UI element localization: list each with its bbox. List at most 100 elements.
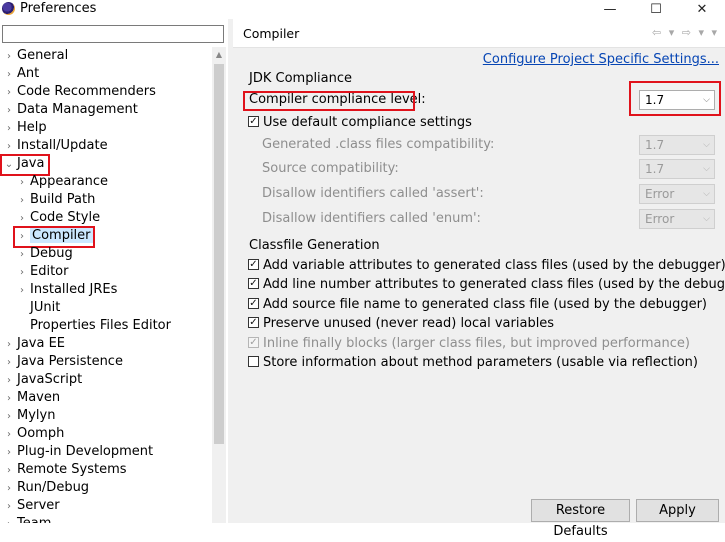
preferences-tree-panel: › General › Ant › Code Recommenders › Data Mana… xyxy=(0,19,228,523)
tree-item[interactable]: › Remote Systems xyxy=(4,461,127,479)
expand-right-icon[interactable]: › xyxy=(4,390,14,408)
expand-right-icon[interactable]: › xyxy=(4,102,14,120)
minimize-button[interactable]: — xyxy=(587,0,633,19)
history-nav-icon[interactable]: ⇦ ▾ ⇨ ▾ ▾ xyxy=(652,26,719,39)
tree-item[interactable]: › Install/Update xyxy=(4,137,108,155)
tree-item[interactable]: › JavaScript xyxy=(4,371,82,389)
tree-item-label: Code Recommenders xyxy=(17,84,156,99)
expand-right-icon[interactable]: › xyxy=(4,354,14,372)
expand-right-icon[interactable]: › xyxy=(17,192,27,210)
jdk-compliance-title: JDK Compliance xyxy=(249,71,353,86)
classfile-option[interactable]: Add line number attributes to generated … xyxy=(248,276,725,294)
classfile-option[interactable]: Preserve unused (never read) local varia… xyxy=(248,315,554,333)
tree-item-label: Install/Update xyxy=(17,138,108,153)
expand-right-icon[interactable]: › xyxy=(4,408,14,426)
preferences-tree: › General › Ant › Code Recommenders › Data Mana… xyxy=(0,47,212,523)
tree-item[interactable]: › Ant xyxy=(4,65,39,83)
tree-item[interactable]: › Code Recommenders xyxy=(4,83,156,101)
configure-project-settings-link[interactable]: Configure Project Specific Settings... xyxy=(483,52,719,67)
expand-right-icon[interactable]: › xyxy=(17,264,27,282)
classfile-option-checkbox[interactable] xyxy=(248,317,259,328)
classfile-option-checkbox[interactable] xyxy=(248,278,259,289)
classfile-option-checkbox[interactable] xyxy=(248,298,259,309)
tree-item[interactable]: › Java Persistence xyxy=(4,353,123,371)
compliance-detail-select: Error ⌵ xyxy=(639,209,715,229)
scroll-up-icon[interactable]: ▲ xyxy=(212,47,226,63)
tree-item[interactable]: › Data Management xyxy=(4,101,138,119)
tree-item-label: Ant xyxy=(17,66,40,81)
window-controls: — ☐ ✕ xyxy=(587,0,725,19)
tree-item[interactable]: › Appearance xyxy=(17,173,108,191)
compliance-detail-label: Disallow identifiers called 'assert': xyxy=(262,186,484,201)
classfile-option[interactable]: Store information about method parameter… xyxy=(248,354,698,372)
tree-item[interactable]: › Mylyn xyxy=(4,407,55,425)
compliance-detail-select: 1.7 ⌵ xyxy=(639,159,715,179)
classfile-option-label: Inline finally blocks (larger class file… xyxy=(263,336,690,351)
tree-item-label: Plug-in Development xyxy=(17,444,154,459)
expand-right-icon[interactable]: › xyxy=(4,48,14,66)
expand-right-icon[interactable]: › xyxy=(17,246,27,264)
tree-item[interactable]: JUnit xyxy=(17,299,60,317)
tree-item[interactable]: › Installed JREs xyxy=(17,281,117,299)
apply-button[interactable]: Apply xyxy=(636,499,719,522)
tree-item[interactable]: › Run/Debug xyxy=(4,479,89,497)
close-button[interactable]: ✕ xyxy=(679,0,725,19)
expand-right-icon[interactable]: › xyxy=(4,498,14,516)
compliance-detail-value: Error xyxy=(645,212,675,226)
compiler-page: Compiler ⇦ ▾ ⇨ ▾ ▾ Configure Project Spe… xyxy=(233,19,725,539)
tree-item[interactable]: › Editor xyxy=(17,263,68,281)
classfile-option-checkbox[interactable] xyxy=(248,259,259,270)
tree-item[interactable]: › General xyxy=(4,47,68,65)
expand-right-icon[interactable]: › xyxy=(4,84,14,102)
use-default-checkbox[interactable] xyxy=(248,116,259,127)
compliance-detail-label: Source compatibility: xyxy=(262,161,399,176)
classfile-option[interactable]: Add source file name to generated class … xyxy=(248,296,707,314)
use-default-compliance-option[interactable]: Use default compliance settings xyxy=(248,114,472,132)
tree-item-label: Editor xyxy=(30,264,69,279)
tree-item[interactable]: › Server xyxy=(4,497,60,515)
chevron-down-icon: ⌵ xyxy=(703,140,710,150)
compliance-detail-value: 1.7 xyxy=(645,162,665,176)
expand-right-icon[interactable]: › xyxy=(17,282,27,300)
scrollbar-thumb[interactable] xyxy=(214,64,224,444)
restore-defaults-button[interactable]: Restore Defaults xyxy=(531,499,630,539)
classfile-option-checkbox xyxy=(248,337,259,348)
expand-right-icon[interactable]: › xyxy=(4,462,14,480)
tree-item[interactable]: ›Team xyxy=(4,515,51,523)
expand-right-icon[interactable]: › xyxy=(4,516,14,523)
tree-item[interactable]: › Java EE xyxy=(4,335,65,353)
expand-right-icon[interactable]: › xyxy=(4,66,14,84)
classfile-option-label: Add variable attributes to generated cla… xyxy=(263,258,725,273)
tree-item[interactable]: › Help xyxy=(4,119,47,137)
chevron-down-icon: ⌵ xyxy=(703,189,710,199)
tree-scrollbar[interactable]: ▲ xyxy=(212,47,226,523)
expand-right-icon[interactable]: › xyxy=(4,426,14,444)
tree-item-label: Run/Debug xyxy=(17,480,90,495)
tree-item[interactable]: › Oomph xyxy=(4,425,64,443)
tree-item-label: Code Style xyxy=(30,210,101,225)
compliance-detail-select: Error ⌵ xyxy=(639,184,715,204)
tree-item[interactable]: › Code Style xyxy=(17,209,100,227)
expand-right-icon[interactable]: › xyxy=(4,444,14,462)
expand-right-icon[interactable]: › xyxy=(4,120,14,138)
expand-right-icon[interactable]: › xyxy=(4,372,14,390)
filter-input[interactable] xyxy=(2,25,224,43)
tree-item-label: Appearance xyxy=(30,174,109,189)
classfile-option[interactable]: Add variable attributes to generated cla… xyxy=(248,257,725,275)
expand-right-icon[interactable]: › xyxy=(17,174,27,192)
tree-item[interactable]: › Plug-in Development xyxy=(4,443,153,461)
compliance-detail-value: 1.7 xyxy=(645,138,665,152)
classfile-option-checkbox[interactable] xyxy=(248,356,259,367)
tree-item[interactable]: Properties Files Editor xyxy=(17,317,171,335)
window-title: Preferences xyxy=(20,1,97,16)
tree-item-label: Installed JREs xyxy=(30,282,118,297)
classfile-generation-title: Classfile Generation xyxy=(249,238,380,253)
tree-item-label: General xyxy=(17,48,69,63)
tree-item[interactable]: › Debug xyxy=(17,245,73,263)
expand-right-icon[interactable]: › xyxy=(4,480,14,498)
tree-item[interactable]: › Maven xyxy=(4,389,60,407)
maximize-button[interactable]: ☐ xyxy=(633,0,679,19)
tree-item[interactable]: › Build Path xyxy=(17,191,95,209)
expand-right-icon[interactable]: › xyxy=(4,336,14,354)
classfile-option-label: Add source file name to generated class … xyxy=(263,297,707,312)
